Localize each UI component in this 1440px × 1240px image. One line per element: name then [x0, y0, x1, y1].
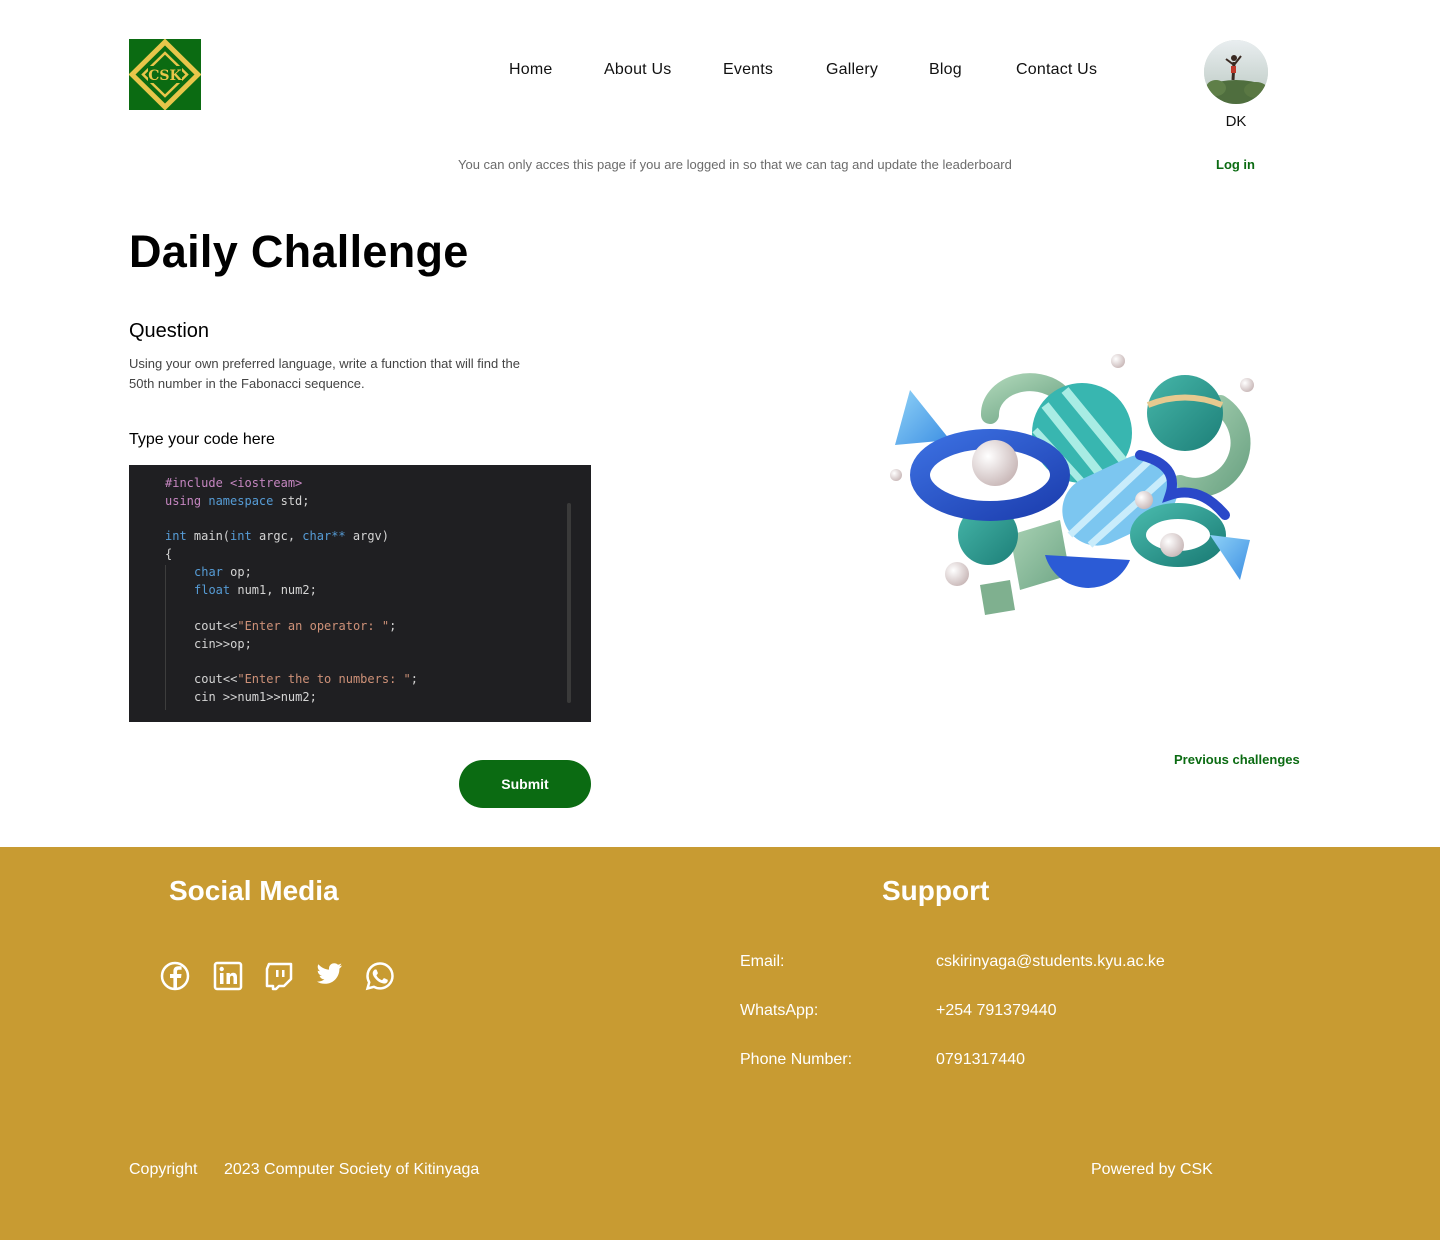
user-initials: DK: [1225, 113, 1247, 130]
code-line: using namespace std;: [165, 494, 310, 508]
social-media-heading: Social Media: [169, 875, 339, 906]
code-line: cout<<"Enter the to numbers: ";: [194, 672, 418, 686]
code-token: "Enter an operator: ": [237, 619, 390, 633]
phone-label: Phone Number:: [740, 1051, 853, 1068]
abstract-shapes-illustration: [880, 345, 1270, 625]
code-token: "Enter the to numbers: ": [237, 672, 411, 686]
phone-value[interactable]: 0791317440: [936, 1051, 1025, 1069]
nav-events[interactable]: Events: [723, 61, 773, 79]
copyright-word: Copyright: [129, 1161, 198, 1178]
twitter-icon[interactable]: [314, 959, 344, 989]
code-token: int: [165, 529, 194, 543]
question-heading: Question: [129, 320, 210, 342]
code-line: {: [165, 547, 172, 561]
copyright-text: 2023 Computer Society of Kitinyaga: [224, 1161, 480, 1178]
code-token: argc,: [258, 529, 303, 543]
twitch-icon[interactable]: [264, 961, 294, 991]
facebook-icon[interactable]: [160, 961, 190, 991]
code-line: #include <iostream>: [165, 476, 302, 490]
code-token: cin>>op;: [194, 637, 252, 651]
code-token: cout<<: [194, 672, 238, 686]
code-token: char: [194, 565, 231, 579]
code-token: using: [165, 494, 209, 508]
email-label: Email:: [740, 953, 785, 970]
indent-guide: [165, 565, 166, 710]
code-token: ;: [410, 672, 418, 686]
email-value[interactable]: cskirinyaga@students.kyu.ac.ke: [936, 953, 1165, 971]
code-line: cin >>num1>>num2;: [194, 690, 317, 704]
code-token: num1, num2;: [237, 583, 317, 597]
previous-challenges-link[interactable]: Previous challenges: [1174, 752, 1300, 767]
avatar[interactable]: [1204, 40, 1268, 104]
site-footer: Social Media Support Email: cskirinyaga@…: [0, 847, 1440, 1240]
code-token: main(: [193, 529, 231, 543]
code-token: std;: [280, 494, 310, 508]
code-token: ;: [389, 619, 397, 633]
code-token: #include <iostream>: [165, 476, 303, 490]
nav-gallery[interactable]: Gallery: [826, 61, 878, 79]
code-token: op;: [230, 565, 252, 579]
code-label: Type your code here: [129, 431, 275, 448]
editor-scrollbar[interactable]: [567, 503, 571, 703]
code-token: argv): [352, 529, 389, 543]
submit-button[interactable]: Submit: [459, 760, 591, 808]
question-text: Using your own preferred language, write…: [129, 356, 520, 391]
code-token: float: [194, 583, 238, 597]
code-token: namespace: [208, 494, 281, 508]
code-token: char**: [302, 529, 353, 543]
support-heading: Support: [882, 875, 990, 906]
code-token: cin >>num1>>num2;: [194, 690, 317, 704]
nav-contact-us[interactable]: Contact Us: [1016, 61, 1097, 79]
whatsapp-icon[interactable]: [365, 961, 395, 991]
login-link[interactable]: Log in: [1216, 157, 1255, 172]
nav-blog[interactable]: Blog: [929, 61, 962, 79]
code-line: char op;: [194, 565, 252, 579]
csk-logo-icon[interactable]: CSK: [129, 39, 201, 110]
code-line: cin>>op;: [194, 637, 252, 651]
nav-about-us[interactable]: About Us: [604, 61, 671, 79]
whatsapp-value[interactable]: +254 791379440: [936, 1002, 1057, 1020]
linkedin-icon[interactable]: [213, 961, 243, 991]
nav-home[interactable]: Home: [509, 61, 552, 79]
powered-by: Powered by CSK: [1091, 1161, 1213, 1178]
code-token: cout<<: [194, 619, 238, 633]
page-title: Daily Challenge: [129, 226, 469, 277]
code-line: cout<<"Enter an operator: ";: [194, 619, 396, 633]
code-line: float num1, num2;: [194, 583, 317, 597]
logo-text: CSK: [148, 68, 182, 84]
code-line: int main(int argc, char** argv): [165, 529, 389, 543]
whatsapp-label: WhatsApp:: [740, 1002, 819, 1019]
code-token: int: [230, 529, 259, 543]
login-notice: You can only acces this page if you are …: [458, 157, 1012, 172]
code-token: {: [165, 547, 173, 561]
